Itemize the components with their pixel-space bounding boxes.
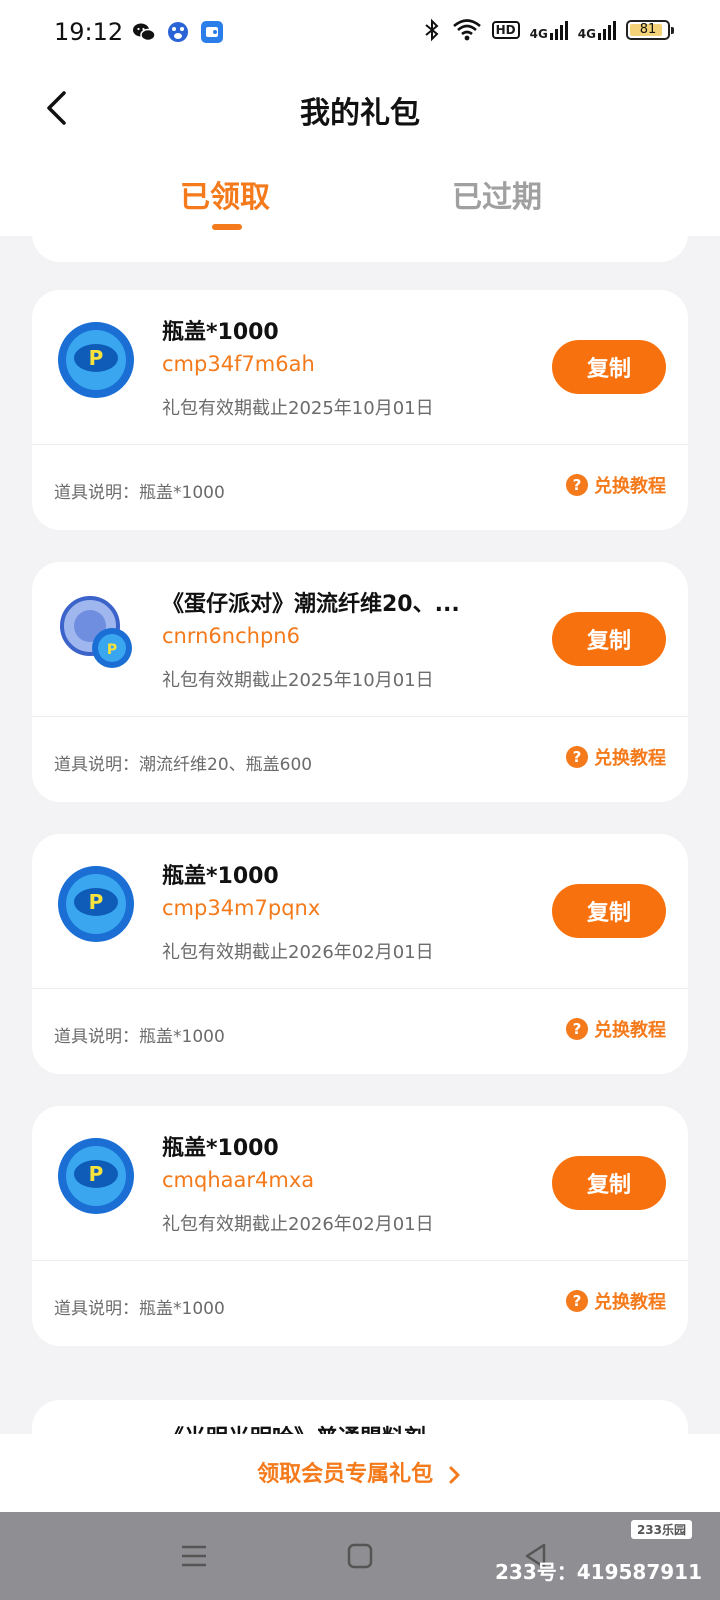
redeem-tutorial-label: 兑换教程 (594, 748, 666, 769)
system-status-icons: HD 4G 4G 81 (422, 18, 674, 42)
bluetooth-icon (424, 18, 439, 42)
gift-validity: 礼包有效期截止2026年02月01日 (162, 1214, 434, 1235)
page-header: 我的礼包 (0, 64, 720, 154)
redeem-tutorial-link[interactable]: ? 兑换教程 (566, 1016, 666, 1042)
gift-card: P 瓶盖*1000 cmp34f7m6ah 礼包有效期截止2025年10月01日… (32, 290, 688, 530)
gift-name: 《蛋仔派对》潮流纤维20、... (162, 592, 460, 617)
gift-validity: 礼包有效期截止2025年10月01日 (162, 670, 434, 691)
status-bar: 19:12 HD 4G 4G 81 (0, 0, 720, 64)
gift-name: 瓶盖*1000 (162, 1136, 279, 1161)
gift-code: cmqhaar4mxa (162, 1168, 315, 1192)
question-icon: ? (566, 1290, 588, 1312)
redeem-tutorial-label: 兑换教程 (594, 1020, 666, 1041)
bottle-cap-icon: P (58, 866, 134, 942)
battery-icon: 81 (626, 20, 674, 40)
chevron-right-icon (449, 1466, 460, 1484)
gift-code: cmp34m7pqnx (162, 896, 321, 920)
item-description: 道具说明：瓶盖*1000 (54, 1299, 225, 1319)
card-divider (32, 1260, 688, 1261)
redeem-tutorial-link[interactable]: ? 兑换教程 (566, 744, 666, 770)
copy-button[interactable]: 复制 (552, 884, 666, 938)
gift-card: P 《蛋仔派对》潮流纤维20、... cnrn6nchpn6 礼包有效期截止20… (32, 562, 688, 802)
wechat-icon (133, 23, 156, 42)
redeem-tutorial-link[interactable]: ? 兑换教程 (566, 1288, 666, 1314)
gift-card-partial: 《光明光明哈》普通盟料剂 (32, 1400, 688, 1434)
active-tab-indicator (212, 224, 242, 230)
redeem-tutorial-link[interactable]: ? 兑换教程 (566, 472, 666, 498)
copy-button[interactable]: 复制 (552, 612, 666, 666)
watermark-id: 233号：419587911 (495, 1560, 702, 1584)
gift-name: 瓶盖*1000 (162, 864, 279, 889)
battery-level: 81 (639, 22, 657, 37)
network-type-2: 4G (577, 27, 596, 41)
copy-button[interactable]: 复制 (552, 340, 666, 394)
watermark-logo: 233乐园 (630, 1520, 692, 1539)
item-description: 道具说明：潮流纤维20、瓶盖600 (54, 755, 313, 775)
gift-card: P 瓶盖*1000 cmp34m7pqnx 礼包有效期截止2026年02月01日… (32, 834, 688, 1074)
menu-icon[interactable] (176, 1538, 212, 1574)
svg-text:P: P (107, 642, 117, 658)
card-divider (32, 444, 688, 445)
gift-name: 《光明光明哈》普通盟料剂 (162, 1420, 426, 1434)
member-gift-link[interactable]: 领取会员专属礼包 (0, 1456, 720, 1488)
copy-button[interactable]: 复制 (552, 1156, 666, 1210)
signal-icon (549, 21, 568, 40)
network-type-1: 4G (529, 27, 548, 41)
system-nav-bar: 233乐园 233号：419587911 (0, 1512, 720, 1600)
svg-text:P: P (89, 346, 104, 370)
gift-card: P 瓶盖*1000 cmqhaar4mxa 礼包有效期截止2026年02月01日… (32, 1106, 688, 1346)
bottle-cap-icon: P (58, 1138, 134, 1214)
svg-text:P: P (89, 1162, 104, 1186)
signal-2: 4G (578, 20, 616, 40)
hd-badge: HD (491, 21, 520, 39)
signal-1: 4G (530, 20, 568, 40)
status-time: 19:12 (54, 18, 124, 46)
home-icon[interactable] (342, 1538, 378, 1574)
gift-code: cnrn6nchpn6 (162, 624, 300, 648)
gift-name: 瓶盖*1000 (162, 320, 279, 345)
item-description: 道具说明：瓶盖*1000 (54, 1027, 225, 1047)
question-icon: ? (566, 474, 588, 496)
item-description: 道具说明：瓶盖*1000 (54, 483, 225, 503)
member-gift-label: 领取会员专属礼包 (257, 1462, 434, 1487)
question-icon: ? (566, 1018, 588, 1040)
member-gift-bar: 领取会员专属礼包 (0, 1434, 720, 1512)
redeem-tutorial-label: 兑换教程 (594, 476, 666, 497)
gift-code: cmp34f7m6ah (162, 352, 315, 376)
gift-list[interactable]: P 瓶盖*1000 cmp34f7m6ah 礼包有效期截止2025年10月01日… (0, 236, 720, 1434)
previous-card-edge (32, 236, 688, 262)
card-divider (32, 988, 688, 989)
redeem-tutorial-label: 兑换教程 (594, 1292, 666, 1313)
gift-validity: 礼包有效期截止2025年10月01日 (162, 398, 434, 419)
question-icon: ? (566, 746, 588, 768)
card-divider (32, 716, 688, 717)
fiber-bottle-cap-icon: P (60, 596, 132, 668)
tab-claimed[interactable]: 已领取 (180, 172, 270, 216)
signal-icon (598, 21, 616, 40)
gift-validity: 礼包有效期截止2026年02月01日 (162, 942, 434, 963)
wifi-icon (452, 19, 481, 41)
app-notification-icon (201, 21, 223, 43)
bottle-cap-icon: P (58, 322, 134, 398)
page-title: 我的礼包 (300, 96, 420, 131)
tab-bar: 已领取 已过期 (0, 154, 720, 236)
tab-expired[interactable]: 已过期 (452, 172, 542, 216)
baidu-icon (168, 22, 188, 42)
svg-text:P: P (89, 890, 104, 914)
